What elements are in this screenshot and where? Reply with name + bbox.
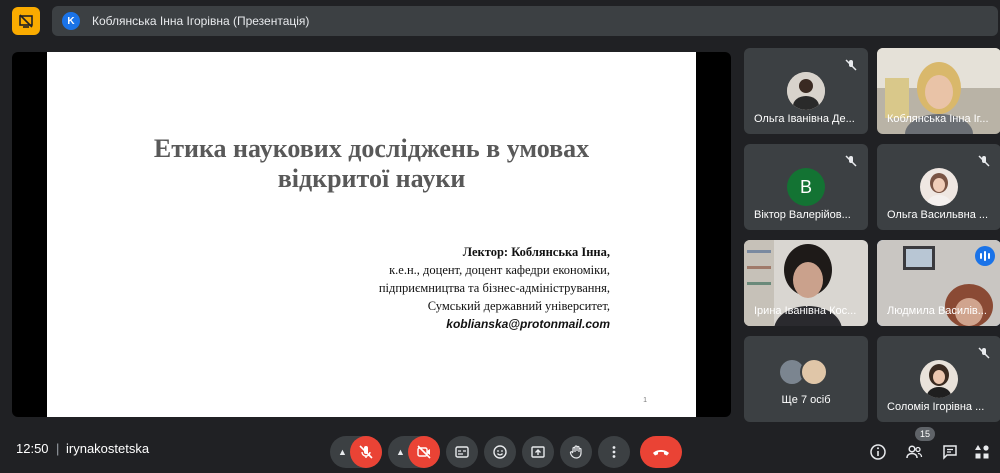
participant-name: Ірина Іванівна Кос... xyxy=(754,305,857,317)
participant-avatar xyxy=(800,358,828,386)
more-participants-label: Ще 7 осіб xyxy=(781,394,831,406)
participant-tile[interactable]: Ірина Іванівна Кос... xyxy=(744,240,868,326)
info-icon xyxy=(870,444,886,460)
participant-avatar xyxy=(787,72,825,110)
participants-button[interactable] xyxy=(900,438,928,466)
meeting-code[interactable]: irynakostetska xyxy=(66,441,149,456)
more-vertical-icon xyxy=(612,446,616,458)
presentation-title-bar: K Коблянська Інна Ігорівна (Презентація) xyxy=(52,6,998,36)
emoji-icon xyxy=(493,445,507,459)
participant-tile-active-speaker[interactable]: Людмила Василів... xyxy=(877,240,1000,326)
captions-button[interactable] xyxy=(446,436,478,468)
participant-tile[interactable]: Ольга Васильвна ... xyxy=(877,144,1000,230)
participant-avatar xyxy=(920,360,958,398)
more-options-button[interactable] xyxy=(598,436,630,468)
participant-name: Ольга Іванівна Де... xyxy=(754,113,855,125)
participant-name: Ольга Васильвна ... xyxy=(887,209,989,221)
mic-off-icon xyxy=(978,155,990,167)
hand-icon xyxy=(569,445,582,459)
lecturer-name: Лектор: Коблянська Інна, xyxy=(462,245,610,259)
slide: Етика наукових досліджень в умовах відкр… xyxy=(47,52,696,417)
raise-hand-button[interactable] xyxy=(560,436,592,468)
lecturer-university: Сумський державний університет, xyxy=(427,299,610,313)
slide-title-line-1: Етика наукових досліджень в умовах xyxy=(153,134,590,163)
speaking-indicator-icon xyxy=(975,246,995,266)
slide-title-line-2: відкритої науки xyxy=(277,164,466,193)
activities-shapes-icon xyxy=(975,445,989,459)
camera-off-icon xyxy=(417,445,431,459)
hang-up-icon xyxy=(653,450,669,456)
participant-tile[interactable]: Ольга Іванівна Де... xyxy=(744,48,868,134)
footer-separator: | xyxy=(56,441,60,456)
presentation-off-icon xyxy=(19,14,33,28)
mic-off-icon xyxy=(978,347,990,359)
mic-off-icon xyxy=(845,59,857,71)
mic-off-icon xyxy=(359,445,373,459)
participant-name: Соломія Ігорівна ... xyxy=(887,401,985,413)
people-icon xyxy=(906,445,923,459)
participant-tile[interactable]: Коблянська Інна Іг... xyxy=(877,48,1000,134)
participant-tile[interactable]: Соломія Ігорівна ... xyxy=(877,336,1000,422)
presentation-title: Коблянська Інна Ігорівна (Презентація) xyxy=(92,14,310,28)
participant-name: Коблянська Інна Іг... xyxy=(887,113,989,125)
more-participants-tile[interactable]: Ще 7 осіб xyxy=(744,336,868,422)
lecturer-info: Лектор: Коблянська Інна, к.е.н., доцент,… xyxy=(379,243,610,333)
presentation-stage: Етика наукових досліджень в умовах відкр… xyxy=(12,52,731,417)
chevron-up-icon: ▲ xyxy=(338,447,347,457)
more-participants-avatars xyxy=(778,358,834,390)
captions-icon xyxy=(455,446,469,458)
participant-name: Людмила Василів... xyxy=(887,305,987,317)
camera-toggle-button[interactable] xyxy=(408,436,440,468)
meeting-time: 12:50 xyxy=(16,441,49,456)
chat-button[interactable] xyxy=(936,438,964,466)
mic-off-icon xyxy=(845,155,857,167)
present-now-button[interactable] xyxy=(522,436,554,468)
present-screen-icon xyxy=(531,446,545,458)
participant-tile[interactable]: B Віктор Валерійов... xyxy=(744,144,868,230)
participant-avatar xyxy=(920,168,958,206)
activities-button[interactable] xyxy=(968,438,996,466)
slide-title: Етика наукових досліджень в умовах відкр… xyxy=(47,134,696,194)
lecturer-position: к.е.н., доцент, доцент кафедри економіки… xyxy=(389,263,610,277)
participant-name: Віктор Валерійов... xyxy=(754,209,851,221)
lecturer-email: koblianska@protonmail.com xyxy=(446,317,610,331)
slide-page-number: 1 xyxy=(643,397,647,404)
chevron-up-icon: ▲ xyxy=(396,447,405,457)
meeting-details-button[interactable] xyxy=(864,438,892,466)
microphone-toggle-button[interactable] xyxy=(350,436,382,468)
lecturer-department: підприємництва та бізнес-адміністрування… xyxy=(378,281,610,295)
presenter-avatar: K xyxy=(62,12,80,30)
reactions-button[interactable] xyxy=(484,436,516,468)
chat-icon xyxy=(943,445,957,460)
leave-call-button[interactable] xyxy=(640,436,682,468)
participant-avatar: B xyxy=(787,168,825,206)
presentation-toggle-button[interactable] xyxy=(12,7,40,35)
